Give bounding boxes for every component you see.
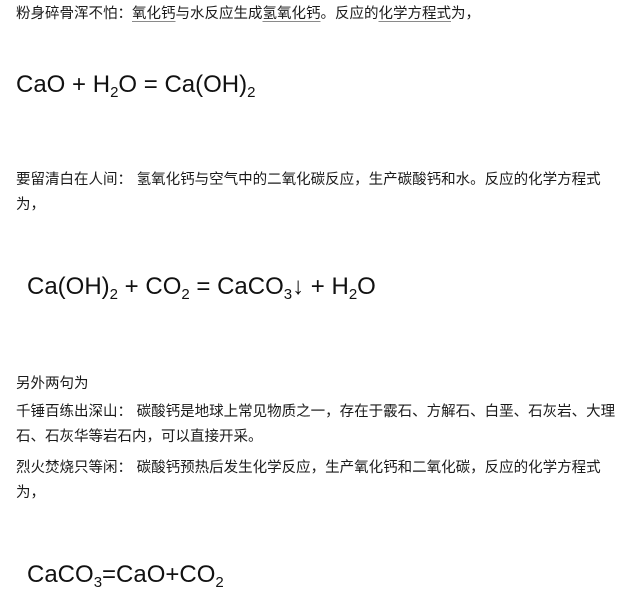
section2-paragraph: 要留清白在人间： 氢氧化钙与空气中的二氧化碳反应，生产碳酸钙和水。反应的化学方程… <box>16 172 601 213</box>
eq3-product-2: CO2 <box>179 561 224 591</box>
section1-prefix: 粉身碎骨浑不怕： <box>16 6 132 22</box>
eq3-equals: = <box>102 561 117 588</box>
eq2-product-1: CaCO3↓ <box>217 273 305 303</box>
link-calcium-oxide[interactable]: 氧化钙 <box>132 6 176 22</box>
precipitate-arrow-icon: ↓ <box>292 273 305 300</box>
eq1-reactant-2: H2O <box>92 71 138 101</box>
section3-line-2: 烈火焚烧只等闲： 碳酸钙预热后发生化学反应，生产氧化钙和二氧化碳，反应的化学方程… <box>16 460 601 501</box>
eq2-reactant-2: CO2 <box>145 273 190 303</box>
eq1-product-1: Ca(OH)2 <box>164 71 256 101</box>
equation-3: CaCO3=CaO+CO2 <box>27 560 224 590</box>
section3-heading: 另外两句为 <box>16 376 89 392</box>
eq3-reactant-1: CaCO3 <box>27 561 103 591</box>
eq1-plus: + <box>65 71 93 98</box>
section1-middle1: 与水反应生成 <box>175 6 263 22</box>
equation-1: CaO + H2O = Ca(OH)2 <box>16 70 255 100</box>
equation-2: Ca(OH)2 + CO2 = CaCO3↓ + H2O <box>27 272 376 302</box>
eq2-product-2: H2O <box>331 273 376 303</box>
eq3-product-1: CaO <box>116 561 166 588</box>
eq2-reactant-1: Ca(OH)2 <box>27 273 119 303</box>
eq1-equals: = <box>137 71 165 98</box>
eq2-plus-1: + <box>118 273 146 300</box>
link-calcium-hydroxide[interactable]: 氢氧化钙 <box>263 6 321 22</box>
eq3-plus: + <box>165 561 180 588</box>
link-chemical-equation[interactable]: 化学方程式 <box>379 6 452 22</box>
section1-middle2: 。反应的 <box>320 6 379 22</box>
eq2-equals: = <box>189 273 218 300</box>
section1-paragraph: 粉身碎骨浑不怕：氧化钙与水反应生成氢氧化钙。反应的化学方程式为， <box>16 2 622 27</box>
section1-suffix: 为， <box>451 6 480 22</box>
eq2-plus-2: + <box>304 273 332 300</box>
section3-line-1: 千锤百练出深山： 碳酸钙是地球上常见物质之一，存在于霰石、方解石、白垩、石灰岩、… <box>16 404 616 445</box>
eq1-reactant-1: CaO <box>16 71 66 98</box>
